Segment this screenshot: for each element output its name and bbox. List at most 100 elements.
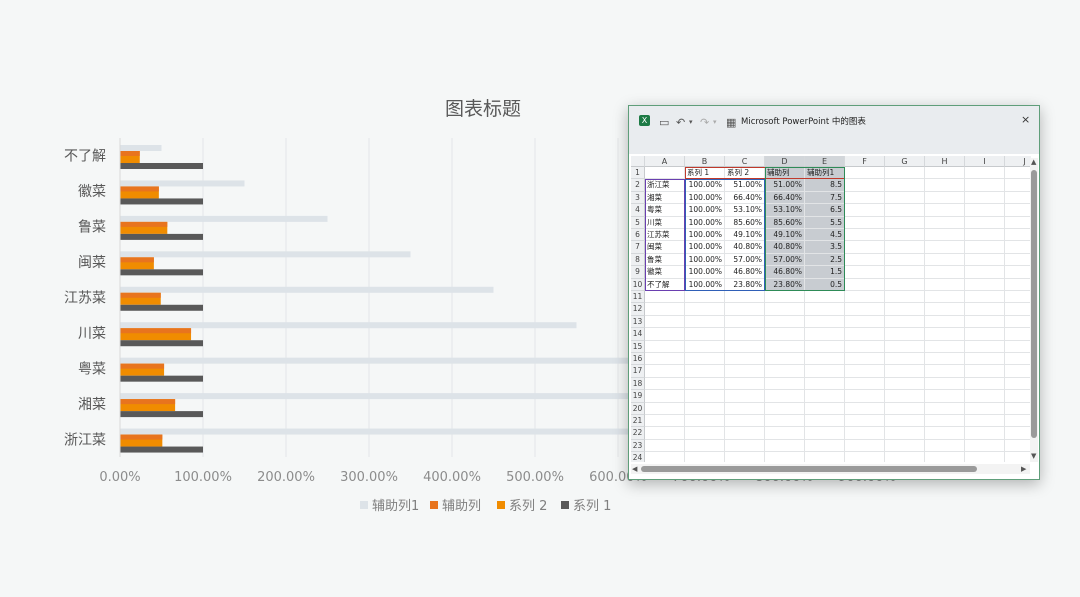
cell[interactable] — [925, 390, 965, 403]
cell[interactable] — [645, 365, 685, 378]
cell[interactable] — [845, 191, 885, 205]
cell[interactable] — [645, 377, 685, 391]
row-header[interactable]: 23 — [631, 439, 645, 453]
cell[interactable] — [765, 427, 805, 440]
cell[interactable] — [885, 204, 925, 217]
cell[interactable] — [925, 191, 965, 205]
cell[interactable] — [685, 365, 725, 378]
row-header[interactable]: 24 — [631, 452, 645, 462]
column-header[interactable]: F — [845, 156, 885, 167]
cell[interactable] — [1005, 204, 1031, 217]
cell[interactable] — [765, 452, 805, 462]
column-header[interactable]: A — [645, 156, 685, 167]
save-icon[interactable]: ▭ — [659, 116, 669, 129]
cell[interactable] — [805, 415, 845, 428]
cell[interactable] — [685, 415, 725, 428]
row-header[interactable]: 1 — [631, 167, 645, 180]
cell[interactable] — [885, 303, 925, 316]
cell[interactable] — [965, 241, 1005, 254]
cell[interactable] — [1005, 440, 1031, 453]
cell[interactable]: 100.00% — [685, 216, 725, 229]
select-all-corner[interactable] — [631, 156, 645, 167]
cell[interactable]: 46.80% — [725, 266, 765, 279]
cell[interactable] — [725, 390, 765, 403]
cell[interactable]: 6.5 — [805, 204, 845, 217]
cell[interactable] — [765, 340, 805, 353]
cell[interactable] — [1005, 179, 1031, 192]
row-header[interactable]: 9 — [631, 266, 645, 279]
cell[interactable] — [885, 229, 925, 242]
cell[interactable]: 100.00% — [685, 229, 725, 242]
cell[interactable] — [1005, 254, 1031, 267]
cell[interactable] — [1005, 341, 1031, 353]
row-header[interactable]: 8 — [631, 253, 645, 267]
column-header[interactable]: H — [925, 156, 965, 167]
column-header[interactable]: C — [725, 156, 765, 167]
cell[interactable] — [885, 179, 925, 192]
cell[interactable] — [645, 353, 685, 366]
cell[interactable] — [845, 204, 885, 217]
cell[interactable] — [845, 167, 885, 180]
cell[interactable]: 51.00% — [765, 179, 805, 192]
cell[interactable] — [845, 365, 885, 378]
cell[interactable] — [885, 191, 925, 205]
cell[interactable] — [965, 191, 1005, 205]
cell[interactable] — [685, 303, 725, 316]
cell[interactable] — [805, 340, 845, 353]
cell[interactable] — [685, 291, 725, 304]
cell[interactable] — [685, 315, 725, 329]
cell[interactable] — [965, 365, 1005, 378]
cell[interactable] — [1005, 229, 1031, 242]
cell[interactable]: 川菜 — [645, 216, 685, 229]
cell[interactable] — [1005, 192, 1031, 205]
cell[interactable] — [925, 427, 965, 440]
cell[interactable]: 100.00% — [685, 191, 725, 205]
cell[interactable] — [885, 402, 925, 415]
cell[interactable] — [685, 353, 725, 366]
cell[interactable] — [1005, 167, 1031, 180]
cell[interactable]: 江苏菜 — [645, 229, 685, 242]
cell[interactable] — [645, 328, 685, 341]
cell[interactable] — [645, 340, 685, 353]
cell[interactable]: 不了解 — [645, 278, 685, 291]
cell[interactable] — [845, 415, 885, 428]
row-header[interactable]: 19 — [631, 390, 645, 403]
cell[interactable]: 53.10% — [765, 204, 805, 217]
cell[interactable]: 7.5 — [805, 191, 845, 205]
cell[interactable] — [725, 427, 765, 440]
cell[interactable] — [725, 315, 765, 329]
cell[interactable] — [725, 291, 765, 304]
cell[interactable] — [965, 452, 1005, 462]
cell[interactable] — [885, 377, 925, 391]
cell[interactable] — [885, 427, 925, 440]
cell[interactable] — [725, 303, 765, 316]
cell[interactable] — [845, 241, 885, 254]
cell[interactable] — [805, 427, 845, 440]
cell[interactable] — [805, 303, 845, 316]
scroll-up-icon[interactable]: ▲ — [1031, 158, 1036, 166]
cell[interactable]: 57.00% — [725, 253, 765, 267]
undo-dropdown-icon[interactable]: ▾ — [689, 118, 693, 126]
cell[interactable] — [965, 216, 1005, 229]
redo-icon[interactable]: ↷ — [700, 116, 709, 129]
cell[interactable] — [925, 415, 965, 428]
cell[interactable]: 0.5 — [805, 278, 845, 291]
cell[interactable] — [765, 365, 805, 378]
cell[interactable] — [845, 328, 885, 341]
cell[interactable] — [845, 291, 885, 304]
cell[interactable] — [845, 278, 885, 291]
cell[interactable] — [965, 439, 1005, 453]
cell[interactable]: 51.00% — [725, 179, 765, 192]
cell[interactable] — [845, 353, 885, 366]
scroll-right-icon[interactable]: ▶ — [1021, 465, 1026, 473]
cell[interactable] — [925, 452, 965, 462]
redo-dropdown-icon[interactable]: ▾ — [713, 118, 717, 126]
cell[interactable]: 系列 1 — [685, 167, 725, 180]
row-header[interactable]: 21 — [631, 415, 645, 428]
row-header[interactable]: 14 — [631, 328, 645, 341]
column-header[interactable]: B — [685, 156, 725, 167]
cell[interactable] — [965, 353, 1005, 366]
cell[interactable]: 辅助列1 — [805, 167, 845, 180]
cell[interactable]: 66.40% — [765, 191, 805, 205]
cell[interactable] — [845, 402, 885, 415]
